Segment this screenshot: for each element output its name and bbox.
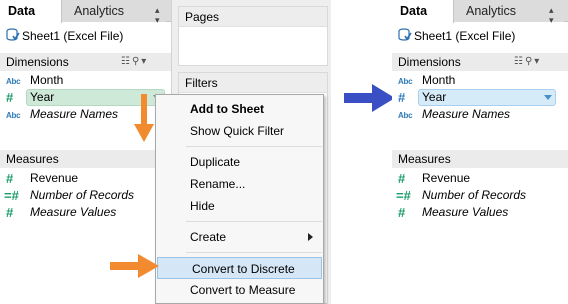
chevron-down-icon[interactable]: ▾: [534, 56, 541, 67]
measures-header-label: Measures: [398, 152, 451, 166]
menu-separator: [186, 146, 322, 147]
dimensions-header-tools[interactable]: ☷⚲▾: [514, 53, 541, 71]
tab-menu-arrows-icon[interactable]: ▴ ▾: [549, 5, 554, 25]
right-tab-bar: Data Analytics ▴ ▾: [392, 0, 568, 25]
dimension-field-year[interactable]: # Year: [396, 89, 561, 106]
numeric-type-icon: #: [6, 171, 14, 186]
numeric-type-icon: #: [398, 171, 406, 186]
tab-data[interactable]: Data: [0, 0, 62, 23]
filters-shelf-label: Filters: [179, 73, 327, 93]
numeric-type-icon: #: [398, 205, 406, 220]
datasource-label: Sheet1 (Excel File): [22, 29, 124, 43]
menu-item-convert-to-measure[interactable]: Convert to Measure: [156, 279, 323, 301]
field-label: Measure Values: [30, 205, 117, 219]
datasource-row[interactable]: Sheet1 (Excel File): [6, 27, 123, 45]
string-type-icon: Abc: [398, 77, 413, 86]
measure-field-measure-values[interactable]: # Measure Values: [396, 204, 561, 221]
tab-menu-arrows-icon[interactable]: ▴ ▾: [155, 5, 160, 25]
menu-separator: [186, 252, 322, 253]
menu-item-hide[interactable]: Hide: [156, 195, 323, 217]
datasource-label: Sheet1 (Excel File): [414, 29, 516, 43]
menu-item-create-label: Create: [190, 230, 227, 244]
view-list-icon[interactable]: ☷: [514, 56, 525, 67]
field-label: Number of Records: [422, 188, 527, 202]
menu-item-create[interactable]: Create: [156, 226, 323, 248]
dimensions-header-label: Dimensions: [398, 55, 461, 69]
chevron-down-icon[interactable]: ▾: [141, 56, 148, 67]
dimensions-header-tools[interactable]: ☷⚲▾: [121, 53, 148, 71]
dimension-field-measure-names[interactable]: Abc Measure Names: [396, 106, 561, 123]
measure-field-measure-values[interactable]: # Measure Values: [4, 204, 164, 221]
menu-item-rename[interactable]: Rename...: [156, 173, 323, 195]
dimension-field-month[interactable]: Abc Month: [4, 72, 164, 89]
string-type-icon: Abc: [398, 111, 413, 120]
left-tab-bar: Data Analytics ▴ ▾: [0, 0, 171, 25]
field-label: Month: [30, 73, 64, 87]
menu-item-convert-to-discrete[interactable]: Convert to Discrete: [157, 257, 322, 279]
datasource-row[interactable]: Sheet1 (Excel File): [398, 27, 515, 45]
menu-item-duplicate[interactable]: Duplicate: [156, 151, 323, 173]
numeric-type-icon: #: [6, 205, 14, 220]
search-icon[interactable]: ⚲: [132, 56, 141, 67]
tab-analytics[interactable]: Analytics: [62, 0, 166, 22]
menu-separator: [186, 221, 322, 222]
tab-analytics[interactable]: Analytics: [454, 0, 564, 22]
dimension-field-month[interactable]: Abc Month: [396, 72, 561, 89]
field-label: Measure Names: [422, 107, 511, 121]
measure-field-number-of-records[interactable]: =# Number of Records: [396, 187, 561, 204]
measures-header-label: Measures: [6, 152, 59, 166]
dimensions-header: Dimensions ☷⚲▾: [0, 53, 171, 71]
field-label: Measure Names: [30, 107, 119, 121]
field-label: Revenue: [422, 171, 471, 185]
measures-header: Measures: [0, 150, 171, 168]
submenu-arrow-icon: [308, 233, 313, 241]
measure-field-revenue[interactable]: # Revenue: [396, 170, 561, 187]
orange-down-arrow-icon: [134, 94, 154, 142]
string-type-icon: Abc: [6, 111, 21, 120]
field-label: Year: [422, 90, 447, 104]
calculated-numeric-icon: =#: [396, 188, 411, 203]
right-data-pane: Data Analytics ▴ ▾ Sheet1 (Excel File) Di…: [392, 0, 568, 304]
datasource-icon: [6, 28, 20, 41]
pages-shelf[interactable]: Pages: [178, 6, 328, 66]
field-label: Revenue: [30, 171, 79, 185]
measures-header: Measures: [392, 150, 568, 168]
blue-right-arrow-icon: [344, 84, 395, 112]
search-icon[interactable]: ⚲: [525, 56, 534, 67]
field-context-menu: Add to Sheet Show Quick Filter Duplicate…: [155, 94, 324, 304]
pages-shelf-label: Pages: [179, 7, 327, 27]
field-label: Number of Records: [30, 188, 135, 202]
measure-field-revenue[interactable]: # Revenue: [4, 170, 164, 187]
menu-item-show-quick-filter[interactable]: Show Quick Filter: [156, 120, 323, 142]
menu-item-add-to-sheet[interactable]: Add to Sheet: [156, 98, 323, 120]
string-type-icon: Abc: [6, 77, 21, 86]
numeric-type-icon: #: [6, 90, 14, 105]
dimensions-header-label: Dimensions: [6, 55, 69, 69]
calculated-numeric-icon: =#: [4, 188, 19, 203]
orange-right-arrow-icon: [110, 254, 159, 278]
dimensions-header: Dimensions ☷⚲▾: [392, 53, 568, 71]
datasource-icon: [398, 28, 412, 41]
view-list-icon[interactable]: ☷: [121, 56, 132, 67]
field-label: Year: [30, 90, 55, 104]
numeric-type-icon: #: [398, 90, 406, 105]
field-label: Month: [422, 73, 456, 87]
measure-field-number-of-records[interactable]: =# Number of Records: [4, 187, 164, 204]
field-label: Measure Values: [422, 205, 509, 219]
tab-data[interactable]: Data: [392, 0, 454, 23]
